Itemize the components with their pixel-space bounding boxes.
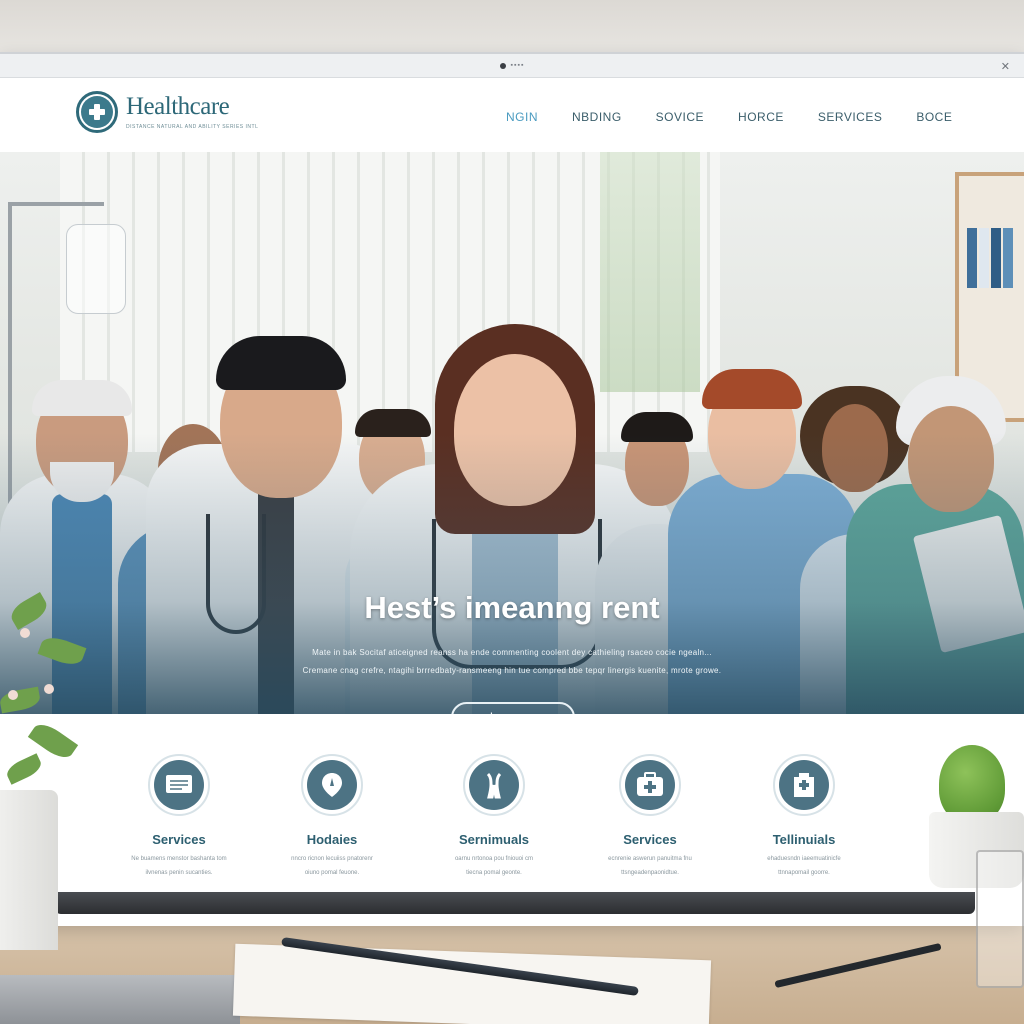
hero-text-line-1: Mate in bak Socitaf aticeigned reanss ha… (312, 648, 712, 657)
service-desc-line: ecnrenie aswerun panuitma fnu (608, 856, 692, 862)
monitor-bezel (55, 892, 975, 914)
medical-kit-icon (625, 760, 675, 810)
hero-text-line-2: Cremane cnag crefre, ntagihi brrredbaty-… (302, 666, 722, 675)
service-card-1[interactable]: Services Ne buamens menstor bashanta tom… (104, 754, 254, 880)
flower (20, 628, 30, 638)
monitor-screen: ▪▪▪▪ ✕ Healthcare DISTANCE NATURAL AND A… (0, 52, 1024, 926)
learn-more-button[interactable]: Lapp noe (451, 702, 575, 714)
monitor-icon (154, 760, 204, 810)
nav-item-3[interactable]: SOVICE (656, 110, 704, 124)
office-wall (0, 0, 1024, 60)
monitor-top-bar: ▪▪▪▪ ✕ (0, 54, 1024, 78)
service-desc-line: nncro ricnon lecuiiss pnatorenr (291, 856, 373, 862)
service-desc-line: oiuno pomal feuone. (304, 870, 360, 876)
service-card-2[interactable]: Hodaies nncro ricnon lecuiiss pnatorenr … (257, 754, 407, 880)
main-nav: NGIN NBDING SOVICE HORCE SERVICES BOCE (506, 110, 952, 124)
logo-title: Healthcare (126, 93, 230, 120)
hero-title: Hest’s imeanng rent (364, 590, 660, 625)
site-header: Healthcare DISTANCE NATURAL AND ABILITY … (0, 78, 1024, 152)
flower (44, 684, 54, 694)
nav-item-2[interactable]: NBDING (572, 110, 622, 124)
service-desc-line: ttsngeadenpaonidtue. (621, 870, 679, 876)
service-desc-line: ilvnenas penin sucanties. (145, 870, 213, 876)
nav-item-5[interactable]: SERVICES (818, 110, 882, 124)
service-card-4[interactable]: Services ecnrenie aswerun panuitma fnu t… (575, 754, 725, 880)
service-desc-line: ttnnapomail goorre. (778, 870, 830, 876)
service-card-3[interactable]: Sernimuals oarnu nrtonoa pou fniouoi cm … (419, 754, 569, 880)
pen-holder-glass (976, 850, 1024, 988)
service-desc-line: oarnu nrtonoa pou fniouoi cm (454, 856, 534, 862)
logo-tagline: DISTANCE NATURAL AND ABILITY SERIES INTL (126, 124, 259, 130)
hero-banner: Hest’s imeanng rent Mate in bak Socitaf … (0, 152, 1024, 714)
service-desc-line: tiecna pomal geonte. (466, 870, 522, 876)
webcam-icon (499, 62, 506, 69)
service-desc-line: Ne buamens menstor bashanta tom (131, 856, 227, 862)
camera-label: ▪▪▪▪ (510, 62, 525, 69)
service-title: Hodaies (306, 832, 358, 847)
nav-item-4[interactable]: HORCE (738, 110, 784, 124)
service-title: Services (623, 832, 677, 847)
location-pin-icon (307, 760, 357, 810)
service-title: Sernimuals (458, 832, 530, 847)
nav-item-6[interactable]: BOCE (916, 110, 952, 124)
service-title: Services (152, 832, 206, 847)
service-desc-line: ehaduesndn iaeemuatinicfe (767, 856, 841, 862)
site-logo[interactable]: Healthcare DISTANCE NATURAL AND ABILITY … (76, 91, 258, 133)
hero-overlay (0, 152, 1024, 714)
flower (8, 690, 18, 700)
plant-pot (0, 790, 58, 950)
medical-cross-icon (76, 91, 118, 133)
dental-tooth-icon (469, 760, 519, 810)
service-title: Tellinuials (772, 832, 836, 847)
hospital-building-icon (779, 760, 829, 810)
nav-item-1[interactable]: NGIN (506, 110, 538, 124)
close-icon[interactable]: ✕ (1001, 60, 1010, 73)
laptop (0, 975, 240, 1024)
service-card-5[interactable]: Tellinuials ehaduesndn iaeemuatinicfe tt… (729, 754, 879, 880)
